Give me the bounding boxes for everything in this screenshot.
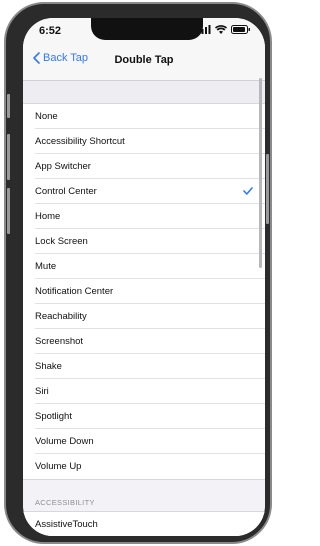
back-button[interactable]: Back Tap — [33, 52, 88, 64]
list-item[interactable]: Accessibility Shortcut — [23, 129, 265, 154]
list-item-label: AssistiveTouch — [35, 519, 98, 530]
list-item[interactable]: Mute — [23, 254, 265, 279]
list-item[interactable]: Lock Screen — [23, 229, 265, 254]
volume-down-button — [7, 188, 10, 234]
screen: 6:52 Back Tap Double Tap None Accessibil… — [23, 18, 265, 536]
list-item-label: Screenshot — [35, 336, 84, 347]
list-item[interactable]: Home — [23, 204, 265, 229]
volume-up-button — [7, 134, 10, 180]
list-item-label: Volume Down — [35, 436, 94, 447]
wifi-icon — [215, 25, 227, 34]
status-time: 6:52 — [39, 25, 62, 37]
list-item-label: App Switcher — [35, 161, 91, 172]
battery-icon — [231, 25, 250, 34]
list-item-label: Notification Center — [35, 286, 114, 297]
navigation-bar: Back Tap Double Tap — [23, 42, 265, 81]
list-item-label: Volume Up — [35, 461, 82, 472]
list-item-label: Spotlight — [35, 411, 72, 422]
back-button-label: Back Tap — [43, 52, 89, 64]
list-item-label: Reachability — [35, 311, 87, 322]
accessibility-section-header: ACCESSIBILITY — [35, 498, 95, 507]
list-item[interactable]: Control Center — [23, 179, 265, 204]
list-item[interactable]: Notification Center — [23, 279, 265, 304]
accessibility-list: AssistiveTouch — [23, 511, 265, 536]
list-item[interactable]: Screenshot — [23, 329, 265, 354]
list-item-label: Siri — [35, 386, 49, 397]
list-item-label: Control Center — [35, 186, 97, 197]
notch — [91, 18, 203, 40]
list-item-label: Shake — [35, 361, 62, 372]
status-icons — [198, 25, 251, 34]
checkmark-icon — [243, 179, 253, 204]
list-item-label: Home — [35, 211, 61, 222]
action-list: None Accessibility Shortcut App Switcher… — [23, 103, 265, 480]
list-item-label: Mute — [35, 261, 57, 272]
mute-switch — [7, 94, 10, 118]
list-item[interactable]: None — [23, 104, 265, 129]
list-item[interactable]: Shake — [23, 354, 265, 379]
list-item[interactable]: Siri — [23, 379, 265, 404]
list-item-label: Lock Screen — [35, 236, 88, 247]
list-item[interactable]: Volume Down — [23, 429, 265, 454]
list-item[interactable]: Spotlight — [23, 404, 265, 429]
section-spacer — [23, 81, 265, 103]
phone-frame: 6:52 Back Tap Double Tap None Accessibil… — [4, 2, 272, 544]
chevron-left-icon — [33, 52, 40, 64]
list-item-label: None — [35, 111, 58, 122]
scrollbar[interactable] — [259, 78, 262, 268]
list-item[interactable]: App Switcher — [23, 154, 265, 179]
list-item-assistivetouch[interactable]: AssistiveTouch — [23, 512, 265, 536]
list-item[interactable]: Reachability — [23, 304, 265, 329]
power-button — [266, 154, 269, 224]
list-item[interactable]: Volume Up — [23, 454, 265, 479]
list-item-label: Accessibility Shortcut — [35, 136, 125, 147]
